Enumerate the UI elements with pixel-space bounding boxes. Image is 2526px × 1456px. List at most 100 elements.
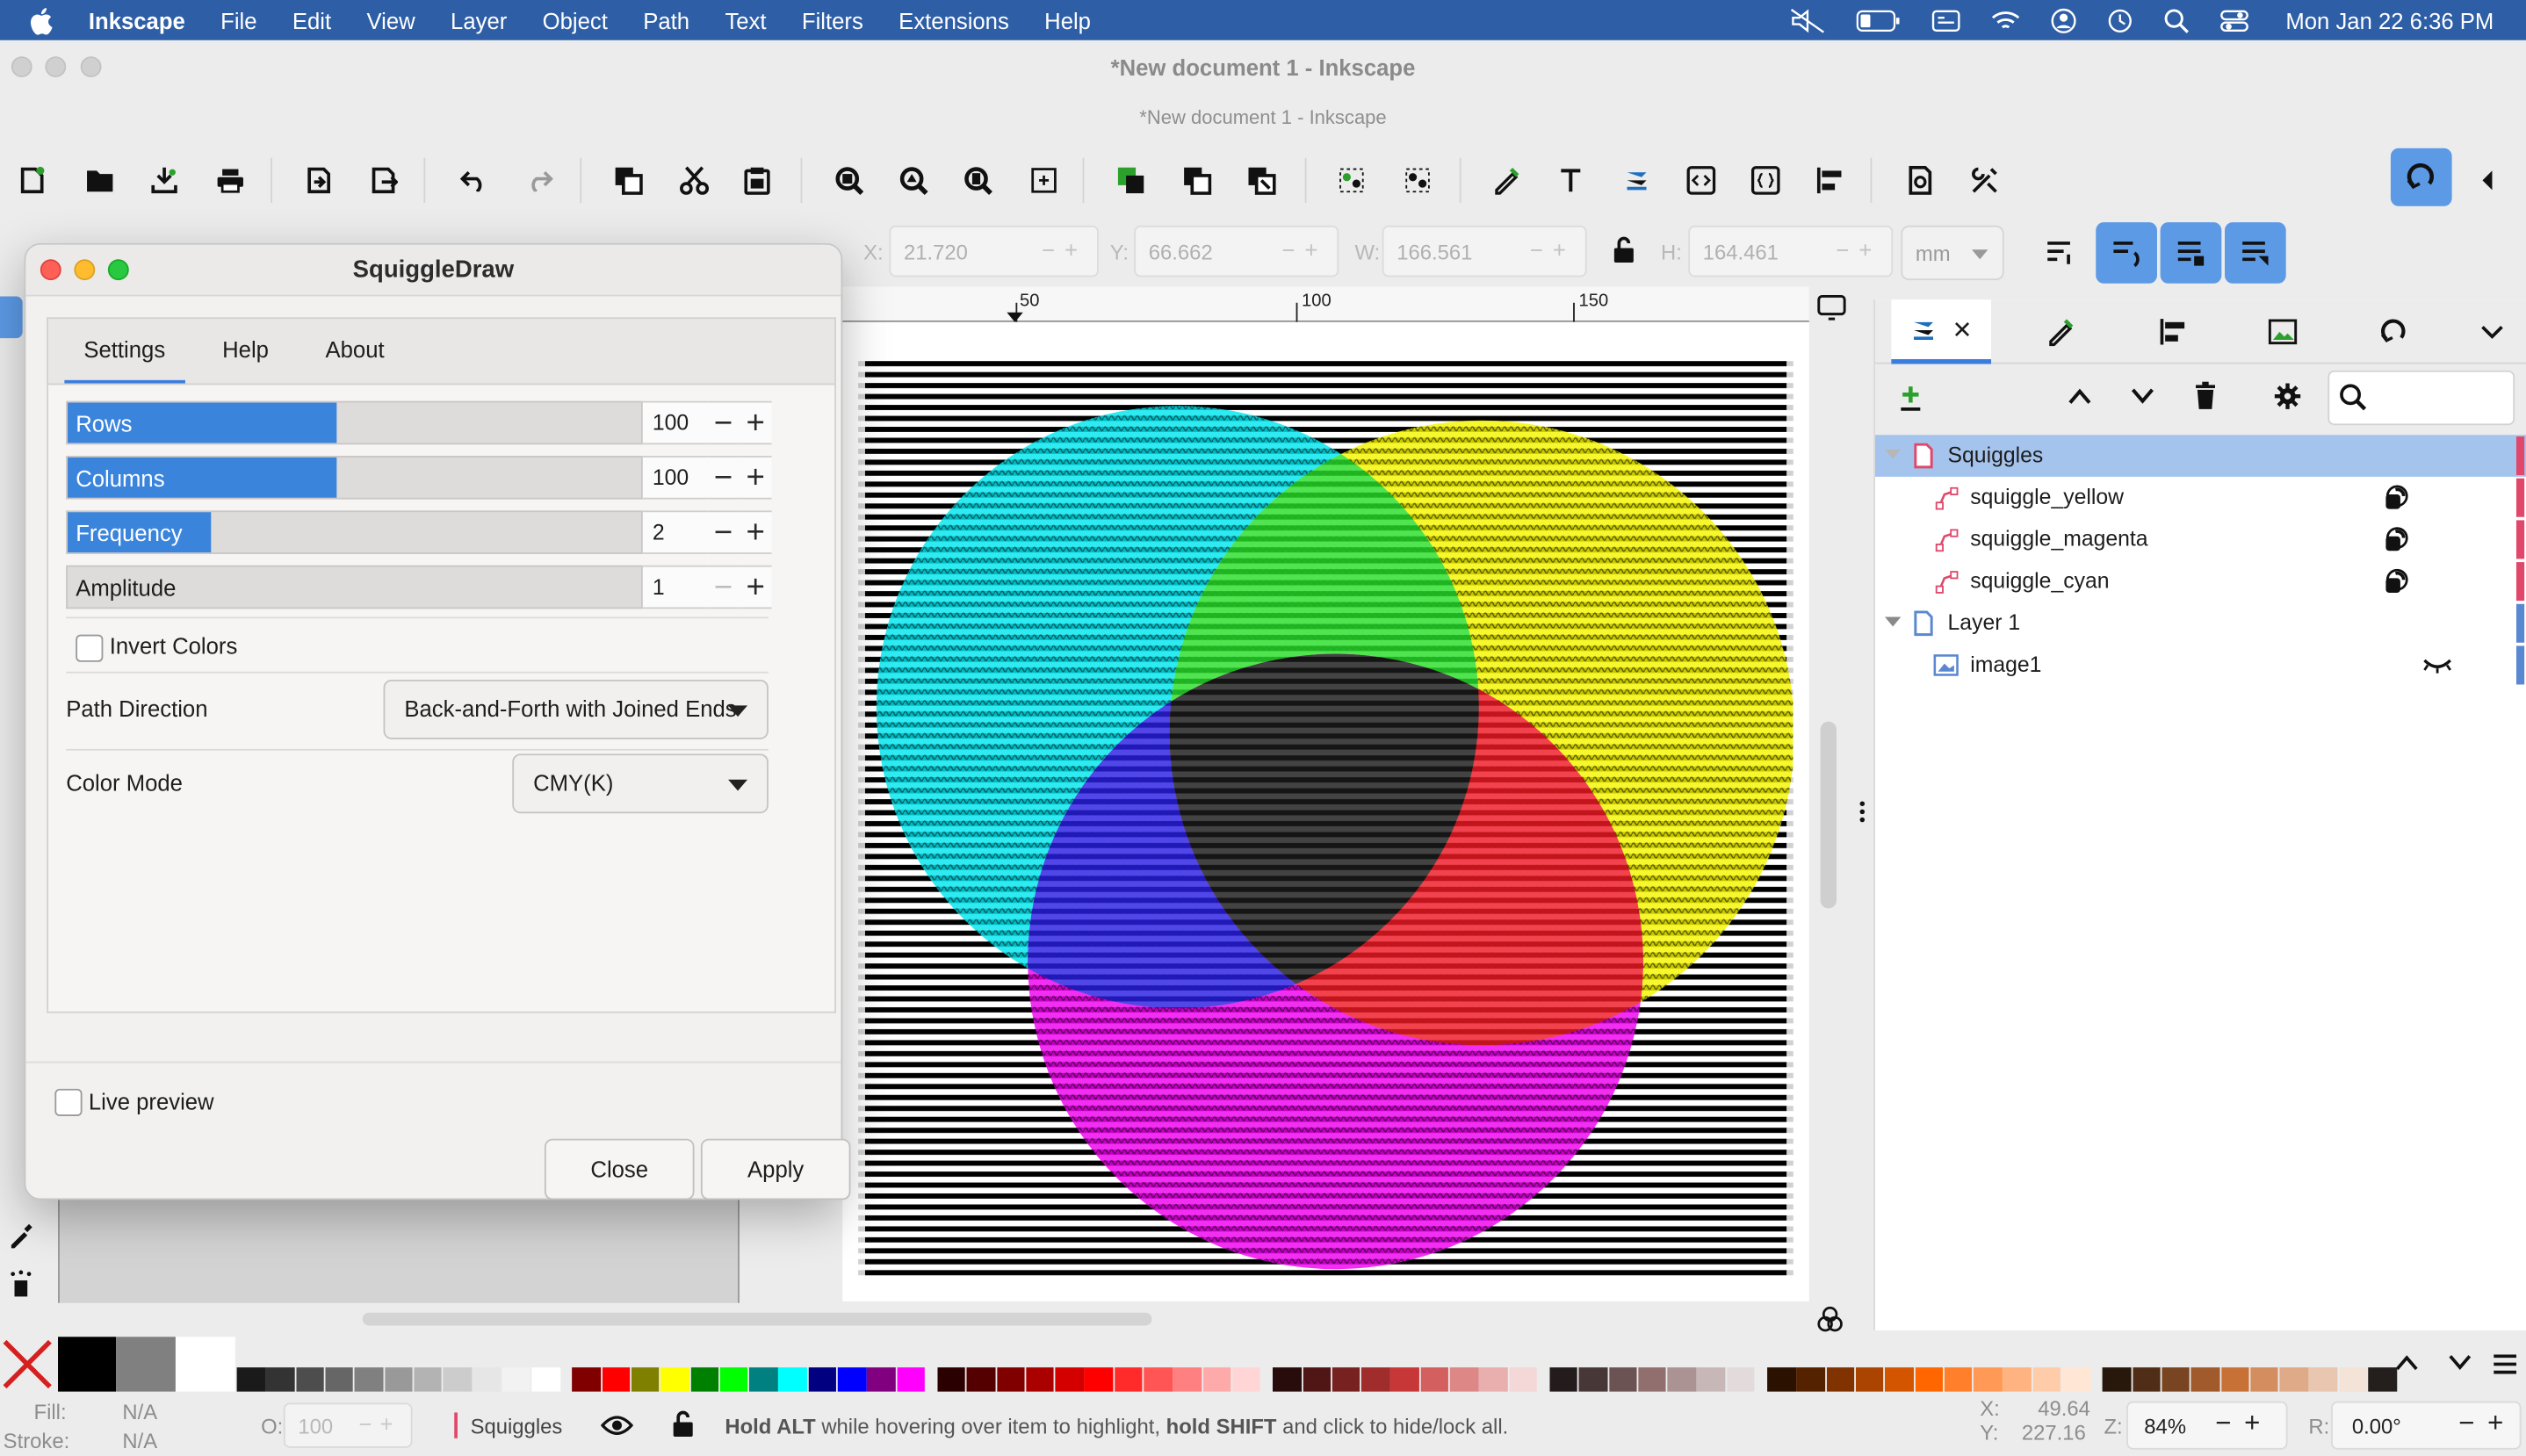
tree-row-layer-1[interactable]: Layer 1 — [1875, 602, 2526, 645]
palette-swatch[interactable] — [1114, 1367, 1143, 1392]
display-mode-icon[interactable] — [1817, 295, 1846, 326]
tab-align[interactable] — [2141, 299, 2205, 364]
battery-icon[interactable] — [1856, 9, 1901, 32]
clip-mask-icon[interactable] — [2381, 483, 2410, 512]
palette-swatch[interactable] — [1826, 1367, 1855, 1392]
tree-row-squiggles[interactable]: Squiggles — [1874, 435, 2526, 477]
palette-swatch[interactable] — [531, 1367, 560, 1392]
tree-row-squiggle-yellow[interactable]: squiggle_yellow — [1875, 477, 2526, 519]
ungroup-icon[interactable] — [1402, 164, 1434, 197]
palette-swatch[interactable] — [867, 1367, 896, 1392]
menu-object[interactable]: Object — [543, 7, 608, 32]
new-document-icon[interactable] — [16, 164, 48, 197]
scale-stroke-button[interactable] — [2096, 222, 2157, 284]
snapping-toggle-button[interactable] — [2390, 148, 2452, 206]
canvas-horizontal-scrollbar[interactable] — [362, 1312, 1152, 1326]
palette-scroll-down-icon[interactable] — [2447, 1353, 2472, 1378]
stroke-value[interactable]: N/A — [122, 1429, 157, 1453]
user-icon[interactable] — [2051, 7, 2076, 32]
columns-slider[interactable]: Columns 100 − + — [66, 456, 772, 500]
tree-row-squiggle-magenta[interactable]: squiggle_magenta — [1875, 519, 2526, 561]
menu-help[interactable]: Help — [1044, 7, 1091, 32]
zoom-center-page-icon[interactable] — [1028, 164, 1060, 197]
menu-text[interactable]: Text — [725, 7, 766, 32]
zoom-field[interactable]: 84% −+ — [2126, 1401, 2288, 1450]
palette-swatch[interactable] — [602, 1367, 631, 1392]
palette-swatch[interactable] — [1449, 1367, 1478, 1392]
squiggle-artwork[interactable] — [858, 357, 1793, 1279]
clip-mask-icon[interactable] — [2381, 567, 2410, 596]
palette-swatch[interactable] — [1914, 1367, 1944, 1392]
color-mode-select[interactable]: CMY(K) — [512, 753, 769, 814]
palette-swatch[interactable] — [1944, 1367, 1973, 1392]
palette-swatch[interactable] — [2003, 1367, 2032, 1392]
lock-ratio-icon[interactable] — [1611, 235, 1636, 270]
palette-swatch[interactable] — [2249, 1367, 2279, 1392]
palette-swatch[interactable] — [896, 1367, 925, 1392]
expander-icon[interactable] — [1884, 449, 1902, 459]
print-icon[interactable] — [214, 164, 247, 197]
time-machine-icon[interactable] — [2107, 7, 2133, 32]
palette-swatch[interactable] — [689, 1367, 719, 1392]
palette-swatch[interactable] — [1508, 1367, 1537, 1392]
preferences-icon[interactable] — [1968, 164, 2001, 197]
palette-swatch[interactable] — [1726, 1367, 1755, 1392]
palette-swatch[interactable] — [1026, 1367, 1055, 1392]
redo-icon[interactable] — [523, 164, 556, 197]
no-paint-swatch-icon[interactable] — [0, 1337, 54, 1391]
menu-extensions[interactable]: Extensions — [899, 7, 1009, 32]
group-icon[interactable] — [1336, 164, 1368, 197]
palette-swatch[interactable] — [572, 1367, 601, 1392]
tab-fill-stroke[interactable] — [2028, 299, 2092, 364]
expander-icon[interactable] — [1884, 616, 1902, 627]
frequency-decrement[interactable]: − — [707, 510, 740, 554]
path-direction-select[interactable]: Back-and-Forth with Joined Ends — [383, 679, 769, 739]
palette-swatch[interactable] — [1608, 1367, 1637, 1392]
tab-export[interactable] — [2250, 299, 2314, 364]
panel-handle-icon[interactable] — [1858, 799, 1867, 830]
lower-item-icon[interactable] — [2130, 386, 2155, 411]
palette-swatch[interactable] — [1697, 1367, 1726, 1392]
zoom-page-icon[interactable] — [962, 164, 994, 197]
current-layer-name[interactable]: Squiggles — [471, 1414, 563, 1438]
frequency-track[interactable]: Frequency — [66, 510, 643, 554]
palette-swatch[interactable] — [749, 1367, 778, 1392]
canvas-vertical-scrollbar[interactable] — [1820, 721, 1837, 909]
palette-swatch[interactable] — [1302, 1367, 1332, 1392]
tab-help[interactable]: Help — [203, 319, 288, 385]
swatch-white-large[interactable] — [175, 1337, 235, 1392]
opacity-field[interactable]: 100 −+ — [283, 1402, 413, 1448]
copy-icon[interactable] — [612, 164, 645, 197]
collapse-snap-bar-icon[interactable] — [2472, 164, 2504, 197]
palette-swatch[interactable] — [1637, 1367, 1667, 1392]
palette-swatch[interactable] — [778, 1367, 807, 1392]
close-button[interactable]: Close — [544, 1138, 695, 1200]
palette-swatch[interactable] — [384, 1367, 413, 1392]
wifi-icon[interactable] — [1991, 9, 2020, 32]
export-icon[interactable] — [367, 164, 400, 197]
opacity-stepper[interactable]: −+ — [358, 1411, 401, 1437]
palette-swatch[interactable] — [1173, 1367, 1202, 1392]
layer-settings-gear-icon[interactable] — [2273, 382, 2302, 416]
columns-increment[interactable]: + — [739, 456, 772, 500]
transform-stroke-icon[interactable] — [2046, 240, 2075, 270]
tab-settings[interactable]: Settings — [64, 319, 185, 386]
palette-swatch[interactable] — [236, 1367, 265, 1392]
h-stepper[interactable]: −+ — [1836, 237, 1881, 263]
columns-track[interactable]: Columns — [66, 456, 643, 500]
rotate-stepper[interactable]: −+ — [2458, 1408, 2516, 1440]
document-properties-icon[interactable] — [1904, 164, 1937, 197]
palette-swatch[interactable] — [1796, 1367, 1825, 1392]
columns-value[interactable]: 100 — [642, 456, 708, 500]
control-center-icon[interactable] — [2219, 7, 2248, 32]
rotate-field[interactable]: 0.00° −+ — [2331, 1401, 2522, 1450]
tab-layers-objects[interactable]: ✕ — [1891, 299, 1992, 364]
drawing-canvas[interactable] — [842, 321, 1809, 1301]
palette-swatch[interactable] — [2103, 1367, 2132, 1392]
palette-swatch[interactable] — [2190, 1367, 2219, 1392]
palette-swatch[interactable] — [1420, 1367, 1449, 1392]
palette-swatch[interactable] — [325, 1367, 354, 1392]
tab-about[interactable]: About — [306, 319, 403, 385]
menu-layer[interactable]: Layer — [451, 7, 507, 32]
amplitude-track[interactable]: Amplitude — [66, 565, 643, 609]
